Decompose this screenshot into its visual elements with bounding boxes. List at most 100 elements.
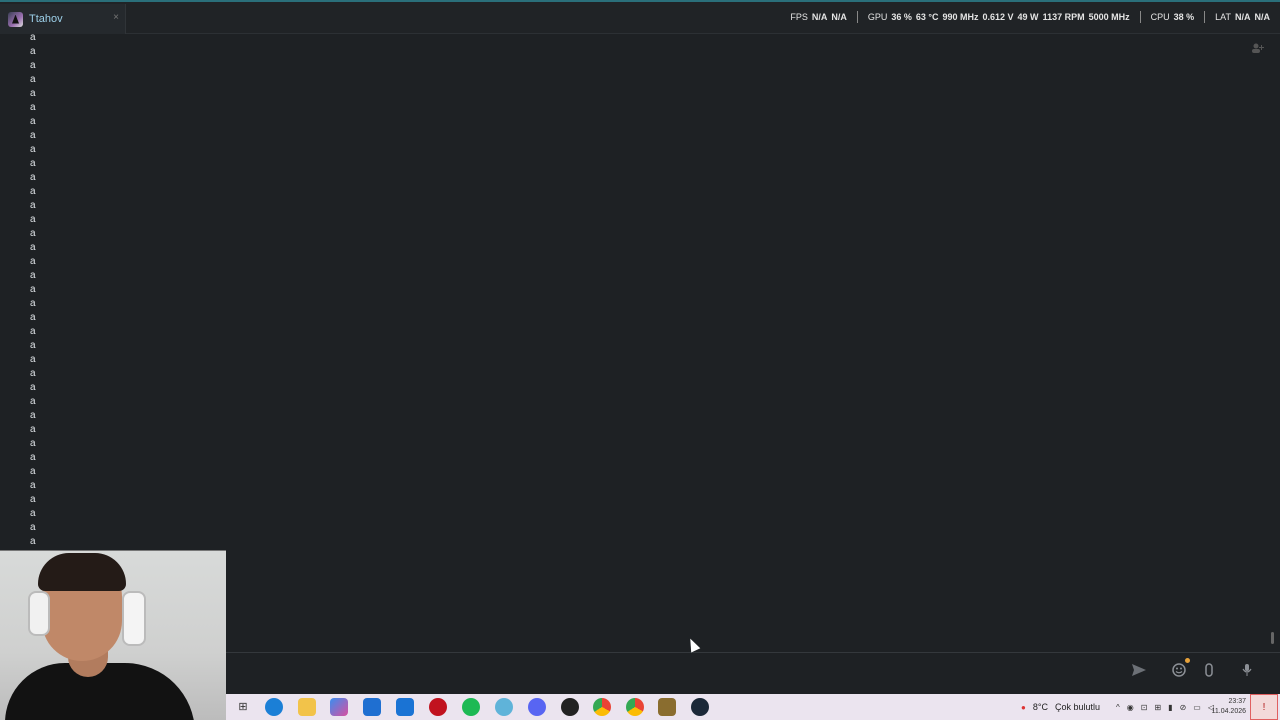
title-bar: Ttahov × FPS N/A N/A GPU 36 % 63 °C 990 … bbox=[0, 2, 1280, 34]
gpu-temp: 63 °C bbox=[915, 12, 939, 22]
chat-message: a bbox=[30, 312, 36, 323]
chat-message: a bbox=[30, 452, 36, 463]
chrome-icon[interactable] bbox=[593, 698, 611, 716]
chat-message: a bbox=[30, 298, 36, 309]
store-icon[interactable] bbox=[363, 698, 381, 716]
emoji-icon[interactable] bbox=[1170, 658, 1190, 681]
webcam-overlay bbox=[0, 550, 226, 720]
clock[interactable]: 23:37 11.04.2026 bbox=[1211, 697, 1246, 717]
chat-message: a bbox=[30, 494, 36, 505]
discord-icon[interactable] bbox=[528, 698, 546, 716]
webcam-headset bbox=[122, 591, 146, 646]
fps-value: N/A bbox=[831, 12, 847, 22]
divider bbox=[1204, 11, 1206, 23]
notification-icon[interactable]: ! bbox=[1250, 694, 1278, 720]
avatar-icon bbox=[8, 11, 23, 27]
chat-message: a bbox=[30, 144, 36, 155]
message-list: aaaaaaaaaaaaaaaaaaaaaaaaaaaaaaaaaaaaa bbox=[30, 31, 50, 549]
fps-label: FPS bbox=[790, 12, 808, 22]
divider bbox=[856, 11, 858, 23]
chat-message: a bbox=[30, 102, 36, 113]
gpu-voltage: 0.612 V bbox=[982, 12, 1014, 22]
mouse-cursor-icon bbox=[685, 636, 701, 653]
chat-message: a bbox=[30, 522, 36, 533]
cpu-label: CPU bbox=[1150, 12, 1170, 22]
chat-message: a bbox=[30, 116, 36, 127]
spotify-icon[interactable] bbox=[462, 698, 480, 716]
chat-message: a bbox=[30, 480, 36, 491]
tray-icons: ^ ◉ ⊡ ⊞ ▮ ⊘ ▭ ◁ bbox=[1116, 694, 1214, 720]
gpu-power: 49 W bbox=[1017, 12, 1039, 22]
chat-message: a bbox=[30, 32, 36, 43]
gpu-clock: 990 MHz bbox=[942, 12, 979, 22]
chat-message: a bbox=[30, 46, 36, 57]
mic-icon[interactable] bbox=[1238, 663, 1256, 681]
edge-browser-icon[interactable] bbox=[265, 698, 283, 716]
settings-gear-icon[interactable] bbox=[495, 698, 513, 716]
app-tray-icon[interactable]: ⊡ bbox=[1141, 703, 1148, 712]
chat-message: a bbox=[30, 270, 36, 281]
battery-icon[interactable]: ▭ bbox=[1193, 703, 1201, 712]
clock-date: 11.04.2026 bbox=[1211, 708, 1246, 715]
chat-message: a bbox=[30, 74, 36, 85]
windows-taskbar: ⊞ ● 8°C Çok bulutlu ^ ◉ ⊡ ⊞ ▮ ⊘ ▭ ◁ 23:3… bbox=[226, 694, 1280, 720]
send-icon[interactable] bbox=[1130, 663, 1148, 681]
chat-message: a bbox=[30, 410, 36, 421]
gpu-fan: 1137 RPM bbox=[1042, 12, 1085, 22]
system-tray: ● 8°C Çok bulutlu bbox=[1021, 694, 1100, 720]
tab-title: Ttahov bbox=[29, 13, 63, 25]
chat-message: a bbox=[30, 186, 36, 197]
task-view-icon[interactable]: ⊞ bbox=[234, 698, 252, 716]
close-tab-icon[interactable]: × bbox=[113, 12, 119, 23]
chat-message: a bbox=[30, 130, 36, 141]
chat-message: a bbox=[30, 508, 36, 519]
scrollbar-thumb[interactable] bbox=[1271, 632, 1274, 644]
add-member-icon[interactable] bbox=[1251, 42, 1265, 54]
app-icon[interactable] bbox=[561, 698, 579, 716]
outlook-icon[interactable] bbox=[396, 698, 414, 716]
lat-value: N/A bbox=[1254, 12, 1271, 22]
chat-message: a bbox=[30, 88, 36, 99]
weather-icon: ● bbox=[1021, 702, 1026, 712]
mic-tray-icon[interactable]: ▮ bbox=[1168, 703, 1172, 712]
chat-message: a bbox=[30, 228, 36, 239]
chevron-up-icon[interactable]: ^ bbox=[1116, 703, 1120, 712]
divider bbox=[1139, 11, 1141, 23]
steam-icon[interactable] bbox=[691, 698, 709, 716]
copilot-icon[interactable] bbox=[330, 698, 348, 716]
league-client-icon[interactable] bbox=[658, 698, 676, 716]
chat-message: a bbox=[30, 242, 36, 253]
webcam-hair bbox=[38, 553, 126, 591]
cpu-usage: 38 % bbox=[1173, 12, 1195, 22]
file-explorer-icon[interactable] bbox=[298, 698, 316, 716]
riot-client-icon[interactable] bbox=[429, 698, 447, 716]
gpu-mem-clock: 5000 MHz bbox=[1088, 12, 1130, 22]
attach-icon[interactable] bbox=[1200, 663, 1218, 681]
lat-label: LAT bbox=[1215, 12, 1231, 22]
network-icon[interactable]: ⊘ bbox=[1180, 703, 1187, 712]
chat-message: a bbox=[30, 200, 36, 211]
chat-message: a bbox=[30, 368, 36, 379]
weather-temp: 8°C bbox=[1032, 702, 1048, 712]
chat-message: a bbox=[30, 284, 36, 295]
chat-message: a bbox=[30, 256, 36, 267]
tab-chat[interactable]: Ttahov × bbox=[0, 4, 126, 34]
lat-value: N/A bbox=[1235, 12, 1251, 22]
chat-message: a bbox=[30, 158, 36, 169]
chat-message: a bbox=[30, 340, 36, 351]
chat-message: a bbox=[30, 172, 36, 183]
clock-time: 23:37 bbox=[1228, 698, 1246, 705]
chat-message: a bbox=[30, 536, 36, 547]
app-tray-icon[interactable]: ⊞ bbox=[1154, 703, 1161, 712]
chat-message: a bbox=[30, 354, 36, 365]
gpu-label: GPU bbox=[867, 12, 888, 22]
fps-value: N/A bbox=[811, 12, 828, 22]
chat-message: a bbox=[30, 214, 36, 225]
record-icon[interactable]: ◉ bbox=[1127, 703, 1134, 712]
performance-overlay: FPS N/A N/A GPU 36 % 63 °C 990 MHz 0.612… bbox=[790, 11, 1270, 23]
message-composer[interactable] bbox=[226, 652, 1280, 692]
chat-message: a bbox=[30, 60, 36, 71]
weather-desc: Çok bulutlu bbox=[1054, 702, 1100, 712]
chat-message: a bbox=[30, 382, 36, 393]
chrome-profile-icon[interactable] bbox=[626, 698, 644, 716]
